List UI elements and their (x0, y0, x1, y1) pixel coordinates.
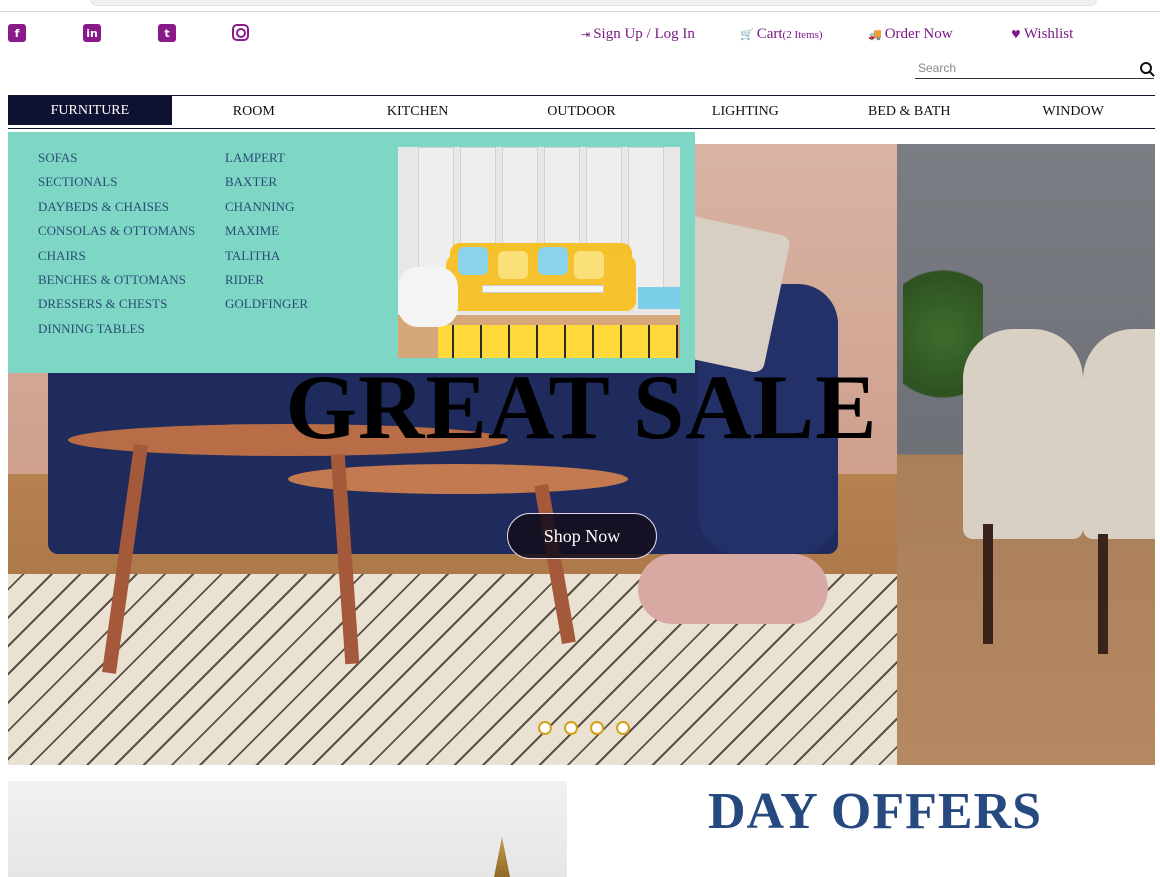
wishlist-label: Wishlist (1023, 26, 1074, 42)
nav-item-bed-bath[interactable]: BED & BATH (827, 96, 991, 128)
browser-top-strip (0, 0, 1160, 12)
signup-login-link[interactable]: ⇥ Sign Up / Log In (581, 26, 695, 43)
nav-item-furniture[interactable]: FURNITURE (8, 96, 172, 128)
signup-label: Sign Up / Log In (593, 26, 695, 42)
address-bar[interactable] (90, 0, 1097, 6)
instagram-icon[interactable] (232, 24, 249, 41)
menu-item-goldfinger[interactable]: GOLDFINGER (225, 292, 308, 316)
slider-dot[interactable] (538, 721, 552, 735)
menu-item-rider[interactable]: RIDER (225, 268, 308, 292)
promo-coffee-table (482, 285, 604, 293)
menu-item-chairs[interactable]: CHAIRS (38, 244, 195, 268)
slider-dot[interactable] (616, 721, 630, 735)
search-icon[interactable] (1140, 62, 1152, 74)
nav-item-lighting[interactable]: LIGHTING (663, 96, 827, 128)
sign-in-icon: ⇥ (581, 28, 591, 41)
shop-now-button[interactable]: Shop Now (507, 513, 657, 559)
hero-photo-chair-leg (983, 524, 993, 644)
hero-photo-floor-pillow (638, 554, 828, 624)
menu-item-consolas-ottomans[interactable]: CONSOLAS & OTTOMANS (38, 219, 195, 243)
menu-item-talitha[interactable]: TALITHA (225, 244, 308, 268)
slider-dots (538, 721, 630, 735)
menu-item-lampert[interactable]: LAMPERT (225, 146, 308, 170)
cart-count: (2 Items) (782, 29, 823, 41)
facebook-icon[interactable]: f (8, 24, 26, 42)
wishlist-link[interactable]: ♥ Wishlist (1011, 26, 1073, 43)
nav-item-kitchen[interactable]: KITCHEN (336, 96, 500, 128)
furniture-mega-menu: SOFAS SECTIONALS DAYBEDS & CHAISES CONSO… (8, 132, 695, 373)
menu-item-daybeds-chaises[interactable]: DAYBEDS & CHAISES (38, 195, 195, 219)
offer-product-image[interactable] (8, 781, 567, 877)
main-nav: FURNITURE ROOM KITCHEN OUTDOOR LIGHTING … (8, 95, 1155, 129)
promo-cushion (498, 251, 528, 279)
twitter-icon[interactable]: t (158, 24, 176, 42)
nav-item-window[interactable]: WINDOW (991, 96, 1155, 128)
order-now-link[interactable]: 🚚 Order Now (868, 26, 953, 43)
linkedin-icon[interactable]: in (83, 24, 101, 42)
search-input[interactable] (915, 59, 1121, 77)
promo-cushion (538, 247, 568, 275)
day-offers-title: DAY OFFERS (707, 783, 1043, 840)
cart-label: Cart (756, 26, 783, 42)
menu-item-channing[interactable]: CHANNING (225, 195, 308, 219)
truck-icon: 🚚 (868, 28, 882, 41)
hero-photo-chair-leg (1098, 534, 1108, 654)
cart-link[interactable]: 🛒 Cart(2 Items) (740, 26, 823, 43)
mega-menu-column-collections: LAMPERT BAXTER CHANNING MAXIME TALITHA R… (225, 146, 308, 317)
menu-item-sofas[interactable]: SOFAS (38, 146, 195, 170)
nav-item-outdoor[interactable]: OUTDOOR (500, 96, 664, 128)
promo-rug (438, 325, 678, 358)
menu-item-dressers-chests[interactable]: DRESSERS & CHESTS (38, 292, 195, 316)
search-bar (915, 59, 1154, 79)
slider-dot[interactable] (564, 721, 578, 735)
menu-item-baxter[interactable]: BAXTER (225, 170, 308, 194)
mega-menu-column-categories: SOFAS SECTIONALS DAYBEDS & CHAISES CONSO… (38, 146, 195, 341)
menu-item-dinning-tables[interactable]: DINNING TABLES (38, 317, 195, 341)
promo-side-ottoman (638, 287, 680, 309)
order-label: Order Now (884, 26, 953, 42)
promo-cushion (458, 247, 488, 275)
nav-item-room[interactable]: ROOM (172, 96, 336, 128)
menu-item-sectionals[interactable]: SECTIONALS (38, 170, 195, 194)
cart-icon: 🛒 (740, 28, 754, 41)
menu-item-maxime[interactable]: MAXIME (225, 219, 308, 243)
slider-dot[interactable] (590, 721, 604, 735)
promo-cushion (574, 251, 604, 279)
menu-item-benches-ottomans[interactable]: BENCHES & OTTOMANS (38, 268, 195, 292)
heart-icon: ♥ (1011, 28, 1021, 41)
promo-blanket (398, 267, 458, 327)
mega-menu-promo-image[interactable] (398, 147, 680, 358)
offer-lamp-shape (494, 837, 510, 877)
